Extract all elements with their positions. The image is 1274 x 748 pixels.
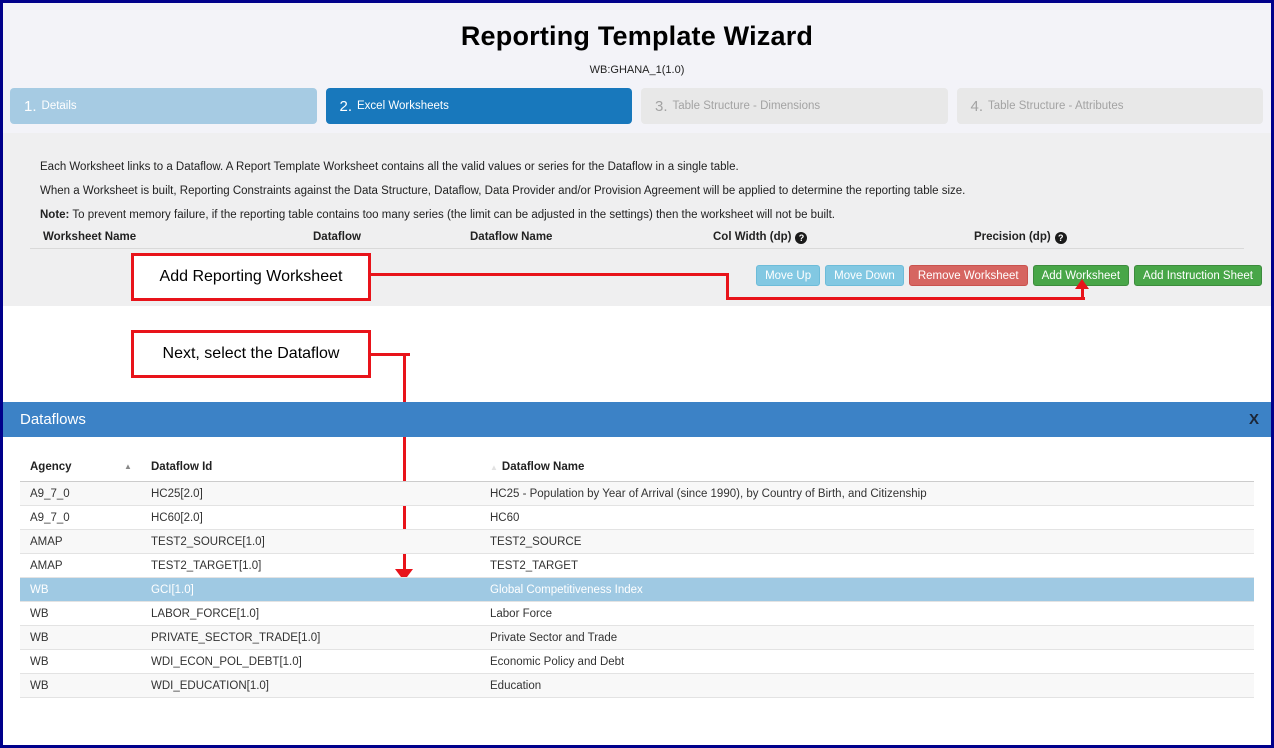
dataflow-row[interactable]: WB GCI[1.0] Global Competitiveness Index (20, 578, 1254, 602)
wizard-step-table-structure-dimensions[interactable]: 3. Table Structure - Dimensions (641, 88, 948, 124)
annotation-callout-select-dataflow: Next, select the Dataflow (131, 330, 371, 378)
column-header-dataflow: Dataflow (313, 231, 361, 243)
dataflow-name-cell: TEST2_SOURCE (480, 536, 1254, 548)
note-prefix: Note: (40, 209, 69, 221)
description-note: Note: To prevent memory failure, if the … (40, 209, 835, 221)
annotation-connector-line (368, 273, 729, 276)
agency-cell: WB (20, 680, 141, 692)
dataflow-name-cell: Private Sector and Trade (480, 632, 1254, 644)
dataflow-name-cell: Economic Policy and Debt (480, 656, 1254, 668)
step-label: Details (42, 100, 77, 112)
dataflow-id-cell: TEST2_TARGET[1.0] (141, 560, 480, 572)
dataflow-row[interactable]: A9_7_0 HC60[2.0] HC60 (20, 506, 1254, 530)
agency-cell: WB (20, 608, 141, 620)
annotation-connector-line (1081, 288, 1084, 300)
description-line-1: Each Worksheet links to a Dataflow. A Re… (40, 161, 739, 173)
worksheet-table-divider (30, 248, 1244, 249)
step-label: Table Structure - Dimensions (673, 100, 821, 112)
step-number: 3. (655, 98, 668, 115)
column-header-col-width: Col Width (dp)? (713, 231, 807, 244)
column-header-agency[interactable]: Agency (20, 461, 141, 473)
sort-icon: ▲ (490, 463, 498, 472)
dataflow-id-cell: TEST2_SOURCE[1.0] (141, 536, 480, 548)
dataflows-table: Agency ▲ Dataflow Id ▲Dataflow Name A9_7… (20, 453, 1254, 698)
agency-cell: A9_7_0 (20, 512, 141, 524)
remove-worksheet-button[interactable]: Remove Worksheet (909, 265, 1028, 286)
annotation-connector-line (726, 297, 1085, 300)
dataflow-id-cell: WDI_ECON_POL_DEBT[1.0] (141, 656, 480, 668)
template-id-subtitle: WB:GHANA_1(1.0) (3, 64, 1271, 76)
description-line-2: When a Worksheet is built, Reporting Con… (40, 185, 965, 197)
wizard-step-excel-worksheets[interactable]: 2. Excel Worksheets (326, 88, 633, 124)
help-icon[interactable]: ? (1055, 232, 1067, 244)
dataflows-dialog-title: Dataflows (20, 402, 86, 437)
dataflows-table-header: Agency ▲ Dataflow Id ▲Dataflow Name (20, 453, 1254, 482)
agency-cell: AMAP (20, 536, 141, 548)
wizard-step-table-structure-attributes[interactable]: 4. Table Structure - Attributes (957, 88, 1264, 124)
dataflow-row[interactable]: AMAP TEST2_TARGET[1.0] TEST2_TARGET (20, 554, 1254, 578)
dataflow-row[interactable]: WB WDI_ECON_POL_DEBT[1.0] Economic Polic… (20, 650, 1254, 674)
dataflow-name-cell: HC25 - Population by Year of Arrival (si… (480, 488, 1254, 500)
agency-cell: WB (20, 656, 141, 668)
worksheet-button-row: Move Up Move Down Remove Worksheet Add W… (756, 265, 1262, 286)
dataflows-table-body: A9_7_0 HC25[2.0] HC25 - Population by Ye… (20, 482, 1254, 698)
agency-cell: A9_7_0 (20, 488, 141, 500)
dataflow-row[interactable]: AMAP TEST2_SOURCE[1.0] TEST2_SOURCE (20, 530, 1254, 554)
step-number: 4. (971, 98, 984, 115)
step-number: 1. (24, 98, 37, 115)
agency-cell: WB (20, 584, 141, 596)
step-label: Excel Worksheets (357, 100, 449, 112)
dataflow-id-cell: GCI[1.0] (141, 584, 480, 596)
add-instruction-sheet-button[interactable]: Add Instruction Sheet (1134, 265, 1262, 286)
annotation-connector-line (726, 273, 729, 300)
dataflow-id-cell: PRIVATE_SECTOR_TRADE[1.0] (141, 632, 480, 644)
column-header-dataflow-name: Dataflow Name (470, 231, 552, 243)
column-header-dataflow-name[interactable]: ▲Dataflow Name (480, 461, 1254, 473)
dataflow-row[interactable]: WB LABOR_FORCE[1.0] Labor Force (20, 602, 1254, 626)
dataflow-name-cell: HC60 (480, 512, 1254, 524)
dataflow-name-cell: Global Competitiveness Index (480, 584, 1254, 596)
agency-cell: WB (20, 632, 141, 644)
note-text: To prevent memory failure, if the report… (69, 209, 835, 221)
annotation-callout-add-worksheet: Add Reporting Worksheet (131, 253, 371, 301)
page-title: Reporting Template Wizard (3, 21, 1271, 52)
reporting-template-wizard-window: Reporting Template Wizard WB:GHANA_1(1.0… (0, 0, 1274, 748)
sort-ascending-icon[interactable]: ▲ (124, 462, 132, 471)
close-icon[interactable]: X (1249, 402, 1259, 437)
arrow-up-icon (1075, 279, 1089, 289)
column-header-dataflow-id[interactable]: Dataflow Id (141, 461, 480, 473)
step-number: 2. (340, 98, 353, 115)
dataflow-row[interactable]: A9_7_0 HC25[2.0] HC25 - Population by Ye… (20, 482, 1254, 506)
wizard-step-bar: 1. Details 2. Excel Worksheets 3. Table … (10, 88, 1263, 124)
dataflow-id-cell: LABOR_FORCE[1.0] (141, 608, 480, 620)
dataflow-id-cell: HC25[2.0] (141, 488, 480, 500)
move-down-button[interactable]: Move Down (825, 265, 904, 286)
dataflow-id-cell: HC60[2.0] (141, 512, 480, 524)
dataflows-dialog-header: Dataflows X (3, 402, 1271, 437)
step-label: Table Structure - Attributes (988, 100, 1124, 112)
agency-cell: AMAP (20, 560, 141, 572)
dataflow-name-cell: Labor Force (480, 608, 1254, 620)
dataflow-row[interactable]: WB WDI_EDUCATION[1.0] Education (20, 674, 1254, 698)
dataflow-id-cell: WDI_EDUCATION[1.0] (141, 680, 480, 692)
dataflow-name-cell: TEST2_TARGET (480, 560, 1254, 572)
column-header-precision: Precision (dp)? (974, 231, 1067, 244)
move-up-button[interactable]: Move Up (756, 265, 820, 286)
help-icon[interactable]: ? (795, 232, 807, 244)
wizard-step-details[interactable]: 1. Details (10, 88, 317, 124)
column-header-worksheet-name: Worksheet Name (43, 231, 136, 243)
dataflow-row[interactable]: WB PRIVATE_SECTOR_TRADE[1.0] Private Sec… (20, 626, 1254, 650)
dataflow-name-cell: Education (480, 680, 1254, 692)
